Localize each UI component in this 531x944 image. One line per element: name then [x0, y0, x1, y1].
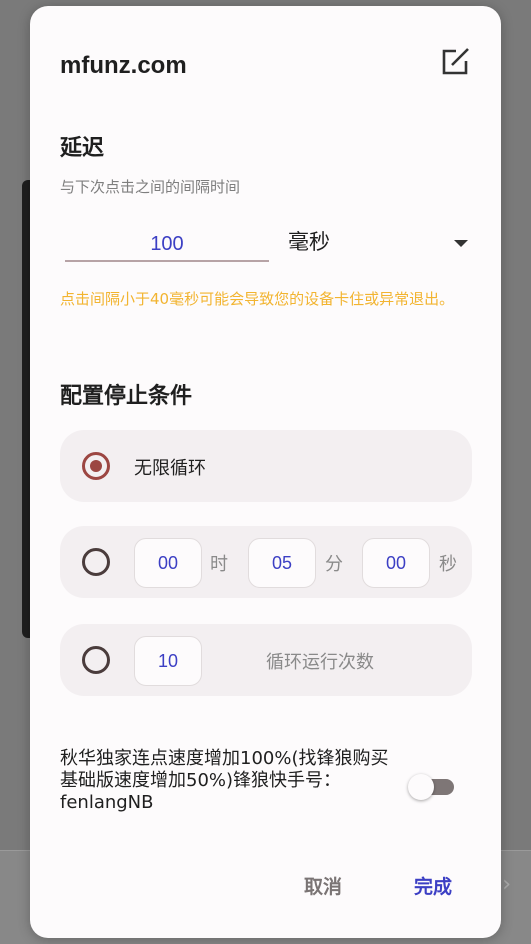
radio-loop-count[interactable]: [82, 646, 110, 674]
done-button[interactable]: 完成: [414, 872, 452, 899]
minutes-input[interactable]: 05: [248, 538, 316, 588]
delay-section-title: 延迟: [60, 136, 105, 161]
delay-subtitle: 与下次点击之间的间隔时间: [60, 178, 241, 196]
unit-select[interactable]: 毫秒: [288, 226, 470, 260]
chevron-right-icon: ›: [502, 872, 511, 897]
option-infinite-label: 无限循环: [134, 458, 206, 479]
delay-input[interactable]: [65, 228, 269, 262]
radio-timer[interactable]: [82, 548, 110, 576]
seconds-input[interactable]: 00: [362, 538, 430, 588]
seconds-unit: 秒: [439, 554, 457, 575]
loop-count-input[interactable]: 10: [134, 636, 202, 686]
promo-toggle[interactable]: [408, 774, 454, 800]
edit-icon[interactable]: [439, 44, 473, 78]
loop-count-label: 循环运行次数: [266, 652, 374, 673]
dropdown-icon: [454, 240, 468, 247]
stop-conditions-title: 配置停止条件: [60, 384, 193, 409]
unit-select-value: 毫秒: [288, 230, 330, 254]
toggle-thumb: [408, 774, 434, 800]
hours-input[interactable]: 00: [134, 538, 202, 588]
settings-dialog: mfunz.com 延迟 与下次点击之间的间隔时间 毫秒 点击间隔小于40毫秒可…: [30, 6, 501, 938]
radio-infinite-loop[interactable]: [82, 452, 110, 480]
promo-text: 秋华独家连点速度增加100%(找锋狼购买基础版速度增加50%)锋狼快手号：fen…: [60, 748, 389, 813]
minutes-unit: 分: [325, 554, 343, 575]
delay-warning: 点击间隔小于40毫秒可能会导致您的设备卡住或异常退出。: [60, 290, 455, 308]
option-loop-count[interactable]: 10 循环运行次数: [60, 624, 472, 696]
cancel-button[interactable]: 取消: [304, 872, 342, 899]
hours-unit: 时: [210, 554, 228, 575]
dialog-title: mfunz.com: [60, 52, 187, 79]
option-timer[interactable]: 00 时 05 分 00 秒: [60, 526, 472, 598]
option-infinite-loop[interactable]: 无限循环: [60, 430, 472, 502]
